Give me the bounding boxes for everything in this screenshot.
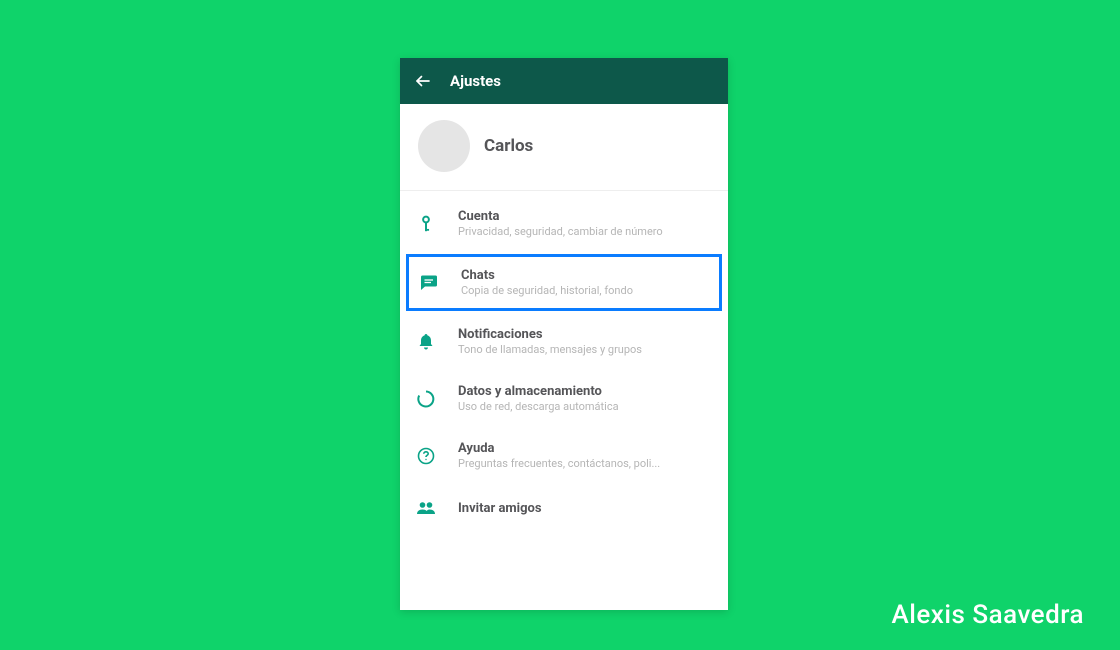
settings-item-title: Invitar amigos (458, 501, 542, 516)
settings-item-subtitle: Uso de red, descarga automática (458, 400, 619, 413)
bell-icon (416, 332, 436, 352)
settings-item-text: Chats Copia de seguridad, historial, fon… (461, 268, 633, 297)
settings-item-data[interactable]: Datos y almacenamiento Uso de red, desca… (400, 370, 728, 427)
header-title: Ajustes (450, 72, 501, 90)
settings-item-text: Notificaciones Tono de llamadas, mensaje… (458, 327, 642, 356)
settings-item-text: Ayuda Preguntas frecuentes, contáctanos,… (458, 441, 660, 470)
people-icon (416, 498, 436, 518)
settings-item-account[interactable]: Cuenta Privacidad, seguridad, cambiar de… (400, 195, 728, 252)
settings-list: Cuenta Privacidad, seguridad, cambiar de… (400, 191, 728, 532)
settings-item-chats[interactable]: Chats Copia de seguridad, historial, fon… (406, 254, 722, 311)
data-usage-icon (416, 389, 436, 409)
attribution-text: Alexis Saavedra (892, 600, 1084, 630)
settings-item-text: Datos y almacenamiento Uso de red, desca… (458, 384, 619, 413)
settings-item-text: Cuenta Privacidad, seguridad, cambiar de… (458, 209, 663, 238)
help-icon (416, 446, 436, 466)
profile-row[interactable]: Carlos (400, 104, 728, 191)
settings-item-title: Ayuda (458, 441, 660, 456)
settings-item-subtitle: Privacidad, seguridad, cambiar de número (458, 225, 663, 238)
settings-item-title: Chats (461, 268, 633, 283)
settings-item-notifications[interactable]: Notificaciones Tono de llamadas, mensaje… (400, 313, 728, 370)
settings-item-title: Cuenta (458, 209, 663, 224)
phone-frame: Ajustes Carlos Cuenta Privacidad, seguri… (400, 58, 728, 610)
settings-item-subtitle: Preguntas frecuentes, contáctanos, poli.… (458, 457, 660, 470)
profile-name: Carlos (484, 136, 533, 156)
settings-item-title: Datos y almacenamiento (458, 384, 619, 399)
avatar (418, 120, 470, 172)
settings-item-title: Notificaciones (458, 327, 642, 342)
settings-item-text: Invitar amigos (458, 501, 542, 516)
settings-header: Ajustes (400, 58, 728, 104)
settings-item-subtitle: Copia de seguridad, historial, fondo (461, 284, 633, 297)
key-icon (416, 214, 436, 234)
settings-item-help[interactable]: Ayuda Preguntas frecuentes, contáctanos,… (400, 427, 728, 484)
settings-item-invite[interactable]: Invitar amigos (400, 484, 728, 532)
settings-item-subtitle: Tono de llamadas, mensajes y grupos (458, 343, 642, 356)
chat-icon (419, 273, 439, 293)
back-arrow-icon[interactable] (414, 72, 432, 90)
